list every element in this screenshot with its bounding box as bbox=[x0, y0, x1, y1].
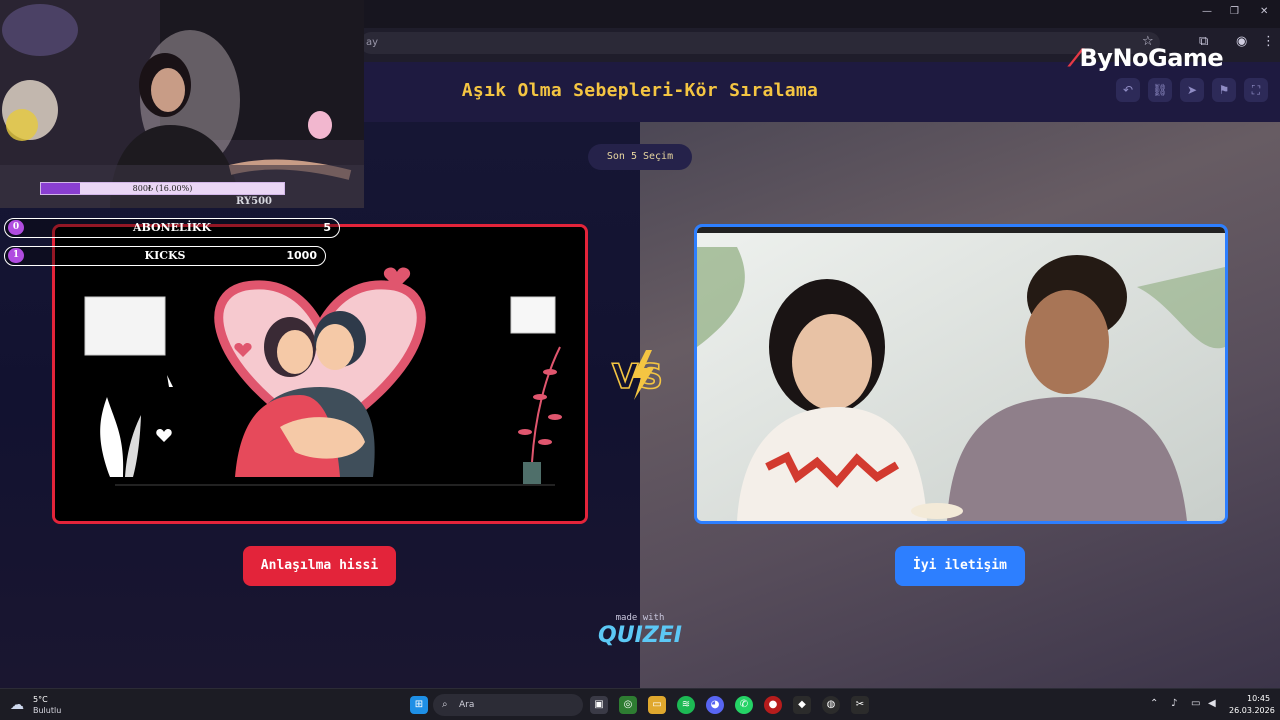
clock-date[interactable]: 26.03.2026 bbox=[1229, 706, 1275, 715]
wall-frame-left bbox=[84, 296, 166, 356]
goal-bar-subscriptions: 0 ABONELİKK 5 bbox=[4, 218, 340, 238]
goal-rank: 1 bbox=[8, 248, 24, 263]
address-text: ay bbox=[366, 37, 379, 48]
discord-icon[interactable]: ◕ bbox=[706, 696, 724, 714]
goal-value: 1000 bbox=[286, 249, 317, 262]
profile-avatar-icon[interactable]: ◉ bbox=[1236, 34, 1247, 49]
made-with-label: made with bbox=[615, 613, 665, 623]
network-icon[interactable]: ▭ bbox=[1191, 698, 1200, 709]
overlay-partial-text: RY500 bbox=[236, 196, 273, 207]
round-pill: Son 5 Seçim bbox=[588, 144, 692, 170]
start-windows-icon[interactable]: ⊞ bbox=[410, 696, 428, 714]
spotify-icon[interactable]: ≋ bbox=[677, 696, 695, 714]
obs-studio-icon[interactable]: ◍ bbox=[822, 696, 840, 714]
wall-frame-right bbox=[510, 296, 556, 334]
donation-progress-text: 800₺ (16.00%) bbox=[132, 184, 193, 193]
link-icon[interactable]: ⛓ bbox=[1148, 78, 1172, 102]
cloud-weather-icon[interactable]: ☁ bbox=[10, 697, 24, 713]
close-icon[interactable]: ✕ bbox=[1260, 6, 1268, 17]
goal-value: 5 bbox=[323, 221, 331, 234]
search-placeholder: Ara bbox=[459, 700, 475, 710]
screen: ay — ❐ ✕ ☆ ⧉ ◉ ⋮ Aşık Olma Sebepleri-Kör… bbox=[0, 0, 1280, 720]
browser-menu-icon[interactable]: ⋮ bbox=[1262, 34, 1275, 49]
address-bar[interactable]: ay bbox=[360, 32, 1160, 54]
minimize-icon[interactable]: — bbox=[1202, 6, 1212, 17]
versus-lightning-icon: VS bbox=[611, 350, 664, 400]
weather-description[interactable]: Bulutlu bbox=[33, 706, 61, 715]
couple-photo bbox=[697, 227, 1225, 521]
volume-icon[interactable]: ◀ bbox=[1208, 698, 1216, 709]
tray-overflow-icon[interactable]: ⌃ bbox=[1150, 698, 1158, 709]
bynogame-wordmark: ByNoGame bbox=[1079, 44, 1224, 72]
hug-illustration bbox=[55, 227, 585, 521]
microphone-icon[interactable]: ♪ bbox=[1171, 698, 1177, 709]
windows-taskbar: ☁ 5°C Bulutlu ⊞ ⌕ Ara ▣ ◎ ▭ ≋ ◕ ✆ ● ◆ ◍ … bbox=[0, 688, 1280, 720]
file-explorer-icon[interactable]: ▭ bbox=[648, 696, 666, 714]
bynogame-mark-icon: ⁄ bbox=[1074, 44, 1078, 72]
taskbar-search[interactable]: ⌕ Ara bbox=[433, 694, 583, 716]
report-flag-icon[interactable]: ⚑ bbox=[1212, 78, 1236, 102]
streamer-webcam bbox=[0, 0, 364, 208]
share-send-icon[interactable]: ➤ bbox=[1180, 78, 1204, 102]
app-record-icon[interactable]: ● bbox=[764, 696, 782, 714]
bynogame-logo: ⁄ByNoGame bbox=[1074, 44, 1224, 72]
left-choice-button[interactable]: Anlaşılma hissi bbox=[243, 546, 396, 586]
restore-icon[interactable]: ❐ bbox=[1230, 6, 1239, 17]
goal-label: ABONELİKK bbox=[132, 221, 212, 234]
webcam-overlay: 800₺ (16.00%) RY500 bbox=[0, 0, 364, 208]
weather-temperature[interactable]: 5°C bbox=[33, 695, 48, 704]
quizei-logo[interactable]: QUIZEI bbox=[594, 623, 686, 648]
right-choice-button[interactable]: İyi iletişim bbox=[895, 546, 1025, 586]
goal-label: KICKS bbox=[144, 249, 186, 262]
fullscreen-icon[interactable]: ⛶ bbox=[1244, 78, 1268, 102]
capcut-icon[interactable]: ✂ bbox=[851, 696, 869, 714]
donation-progress-bar: 800₺ (16.00%) bbox=[40, 182, 285, 195]
search-icon: ⌕ bbox=[442, 699, 448, 710]
chrome-browser-icon[interactable]: ◎ bbox=[619, 696, 637, 714]
goal-rank: 0 bbox=[8, 220, 24, 235]
whatsapp-icon[interactable]: ✆ bbox=[735, 696, 753, 714]
goal-bar-kicks: 1 KICKS 1000 bbox=[4, 246, 326, 266]
task-view-icon[interactable]: ▣ bbox=[590, 696, 608, 714]
app-mask-icon[interactable]: ◆ bbox=[793, 696, 811, 714]
clock-time[interactable]: 10:45 bbox=[1247, 694, 1270, 703]
left-choice-card[interactable] bbox=[52, 224, 588, 524]
right-choice-card[interactable] bbox=[694, 224, 1228, 524]
undo-icon[interactable]: ↶ bbox=[1116, 78, 1140, 102]
